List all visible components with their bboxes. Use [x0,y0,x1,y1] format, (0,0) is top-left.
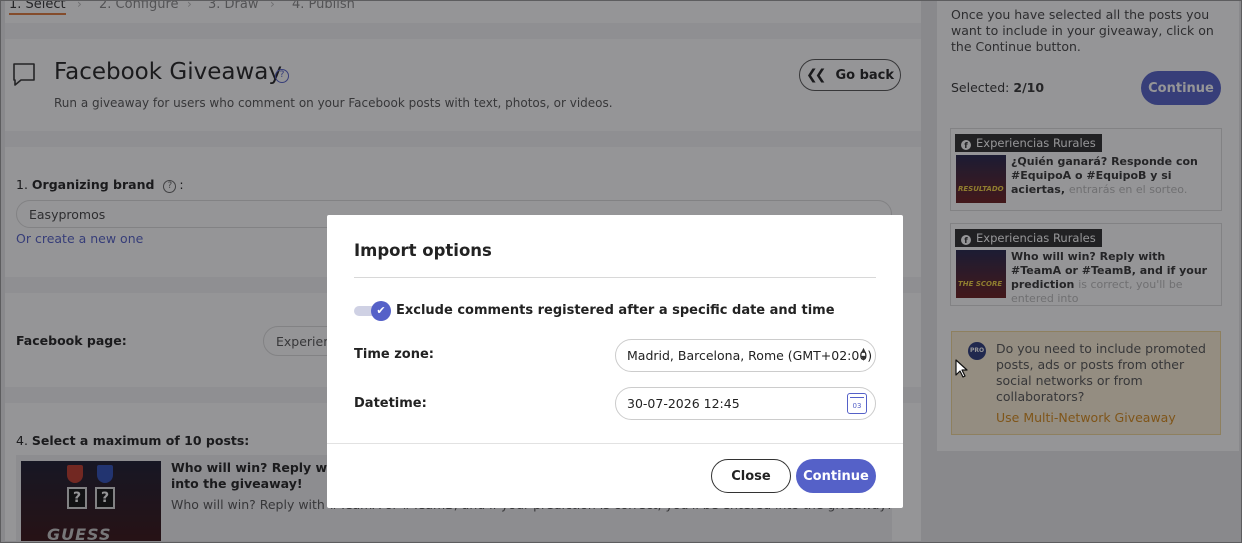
timezone-select[interactable]: Madrid, Barcelona, Rome (GMT+02:00) ▴ ▾ [615,339,876,372]
calendar-icon[interactable]: 03 [847,393,867,414]
exclude-comments-label: Exclude comments registered after a spec… [396,303,835,318]
select-arrows-icon: ▴ ▾ [860,345,866,364]
exclude-comments-toggle[interactable]: ✔ [354,301,392,321]
modal-footer-divider [327,443,903,444]
close-button[interactable]: Close [711,459,791,493]
continue-button[interactable]: Continue [796,459,876,493]
datetime-input[interactable]: 30-07-2026 12:45 03 [615,387,876,420]
modal-title: Import options [354,241,492,260]
import-options-modal: Import options ✔ Exclude comments regist… [327,215,903,508]
mouse-cursor-icon [955,359,968,378]
timezone-label: Time zone: [354,347,434,362]
datetime-label: Datetime: [354,396,427,411]
datetime-value: 30-07-2026 12:45 [627,396,740,411]
timezone-value: Madrid, Barcelona, Rome (GMT+02:00) [627,348,873,363]
checkmark-icon: ✔ [371,301,391,321]
modal-divider [354,277,876,278]
